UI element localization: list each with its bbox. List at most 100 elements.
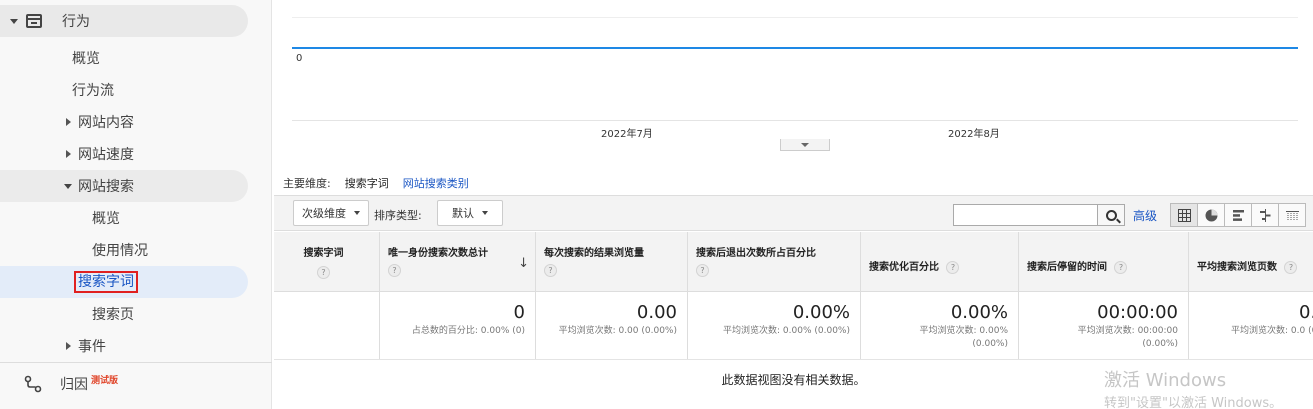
totals-cell: 0.00 平均浏览次数: 0.00 (0.00%) xyxy=(536,292,688,359)
totals-cell: 0.00% 平均浏览次数: 0.00% (0.00%) xyxy=(688,292,861,359)
sidebar-item-usage[interactable]: 使用情况 xyxy=(0,234,148,266)
totals-cell-empty xyxy=(274,292,380,359)
primary-dimension-current: 搜索字词 xyxy=(344,177,389,190)
column-header-label: 搜索后退出次数所占百分比 xyxy=(696,248,816,259)
sidebar-item-label: 概览 xyxy=(92,211,120,227)
sidebar-item-overview[interactable]: 概览 xyxy=(0,42,100,74)
trend-chart: 0 2022年7月 2022年8月 xyxy=(292,0,1298,151)
beta-badge: 测试版 xyxy=(91,375,119,386)
chart-y-tick: 0 xyxy=(296,53,303,64)
chart-x-tick: 2022年7月 xyxy=(601,129,653,140)
help-icon[interactable]: ? xyxy=(317,266,330,279)
advanced-filter-link[interactable]: 高级 xyxy=(1133,207,1157,224)
search-icon xyxy=(1105,209,1117,221)
column-header-label: 唯一身份搜索次数总计 xyxy=(388,248,488,259)
view-table-button[interactable] xyxy=(1170,203,1198,227)
sidebar-item-label: 搜索字词 xyxy=(74,271,138,293)
help-icon[interactable]: ? xyxy=(1114,261,1128,274)
sidebar-item-site-content[interactable]: 网站内容 xyxy=(0,106,134,138)
sidebar-item-label: 行为流 xyxy=(72,83,114,99)
sort-descending-icon: ↓ xyxy=(518,256,529,271)
table-search-input[interactable] xyxy=(953,204,1098,226)
pie-chart-icon xyxy=(1205,209,1217,221)
help-icon[interactable]: ? xyxy=(1284,261,1298,274)
column-header-label: 搜索优化百分比 xyxy=(869,262,939,273)
sort-type-dropdown[interactable]: 默认 xyxy=(437,200,503,226)
totals-sub: 占总数的百分比: 0.00% (0) xyxy=(411,326,525,336)
behavior-icon xyxy=(26,14,42,28)
totals-value: 0.00% xyxy=(950,302,1008,323)
column-header-label: 每次搜索的结果浏览量 xyxy=(544,248,644,259)
sidebar-item-behavior[interactable]: 行为 xyxy=(0,5,248,37)
sidebar-divider xyxy=(0,362,272,363)
sidebar-item-search-pages[interactable]: 搜索页 xyxy=(0,298,134,330)
column-header-label: 搜索后停留的时间 xyxy=(1027,262,1107,273)
caret-right-icon xyxy=(66,150,71,158)
chevron-down-icon xyxy=(354,211,360,215)
column-header-unique-searches[interactable]: 唯一身份搜索次数总计 ? ↓ xyxy=(380,232,536,291)
view-pivot-button[interactable] xyxy=(1278,203,1306,227)
totals-cell: 0.0 平均浏览次数: 0.0 (0.00%) xyxy=(1189,292,1313,359)
sidebar-item-label: 网站搜索 xyxy=(78,179,134,195)
totals-sub: 平均浏览次数: 0.00% (0.00%) xyxy=(723,326,850,336)
view-comparison-button[interactable] xyxy=(1251,203,1279,227)
sidebar-item-label: 网站内容 xyxy=(78,115,134,131)
view-performance-button[interactable] xyxy=(1224,203,1252,227)
column-header-results-pageviews[interactable]: 每次搜索的结果浏览量 ? xyxy=(536,232,688,291)
help-icon[interactable]: ? xyxy=(696,264,709,277)
primary-dimension: 主要维度: 搜索字词 网站搜索类别 xyxy=(283,175,469,191)
primary-dimension-site-search-category[interactable]: 网站搜索类别 xyxy=(403,175,469,191)
totals-cell: 00:00:00 平均浏览次数: 00:00:00 (0.00%) xyxy=(1019,292,1189,359)
caret-down-icon xyxy=(10,18,18,24)
pivot-table-icon xyxy=(1285,210,1299,221)
sidebar-item-label: 使用情况 xyxy=(92,243,148,259)
column-header-label: 平均搜索浏览页数 xyxy=(1197,262,1277,273)
sidebar-item-label: 行为 xyxy=(62,14,90,30)
totals-cell: 0.00% 平均浏览次数: 0.00% (0.00%) xyxy=(861,292,1019,359)
sidebar-item-label: 搜索页 xyxy=(92,307,134,323)
view-pie-button[interactable] xyxy=(1197,203,1225,227)
comparison-icon xyxy=(1259,208,1270,222)
column-header-avg-search-depth[interactable]: 平均搜索浏览页数 ? xyxy=(1189,232,1313,291)
chevron-down-icon xyxy=(482,211,488,215)
secondary-dimension-dropdown[interactable]: 次级维度 xyxy=(293,200,369,226)
chart-collapse-button[interactable] xyxy=(780,139,830,151)
sidebar-item-label: 事件 xyxy=(78,339,106,355)
totals-value: 0.0 xyxy=(1299,302,1313,323)
sidebar-item-site-search[interactable]: 网站搜索 xyxy=(0,170,248,202)
search-terms-table: 搜索字词 ? 唯一身份搜索次数总计 ? ↓ 每次搜索的结果浏览量 ? 搜索后退出… xyxy=(274,232,1313,360)
sidebar-item-label: 网站速度 xyxy=(78,147,134,163)
sidebar-item-search-terms[interactable]: 搜索字词 xyxy=(0,266,248,298)
search-button[interactable] xyxy=(1097,204,1125,226)
table-toolbar: 次级维度 排序类型: 默认 高级 xyxy=(274,195,1313,231)
column-header-search-refinements[interactable]: 搜索优化百分比 ? xyxy=(861,232,1019,291)
sidebar-item-attribution[interactable]: 归因 测试版 xyxy=(0,368,118,400)
column-header-label: 搜索字词 xyxy=(303,248,344,259)
attribution-icon xyxy=(24,375,42,393)
column-header-time-after-search[interactable]: 搜索后停留的时间 ? xyxy=(1019,232,1189,291)
caret-down-icon xyxy=(64,183,72,189)
totals-row: 0 占总数的百分比: 0.00% (0) 0.00 平均浏览次数: 0.00 (… xyxy=(274,292,1313,360)
column-header-search-term[interactable]: 搜索字词 ? xyxy=(274,232,380,291)
totals-value: 0.00 xyxy=(636,302,677,323)
help-icon[interactable]: ? xyxy=(388,264,401,277)
bar-list-icon xyxy=(1232,209,1244,221)
chart-series-line xyxy=(292,47,1298,49)
help-icon[interactable]: ? xyxy=(946,261,960,274)
sidebar-item-site-speed[interactable]: 网站速度 xyxy=(0,138,134,170)
sidebar-item-search-overview[interactable]: 概览 xyxy=(0,202,120,234)
totals-sub: 平均浏览次数: 0.00 (0.00%) xyxy=(558,326,677,336)
table-header: 搜索字词 ? 唯一身份搜索次数总计 ? ↓ 每次搜索的结果浏览量 ? 搜索后退出… xyxy=(274,232,1313,292)
chart-gridline xyxy=(292,17,1298,18)
activation-watermark-subtitle: 转到"设置"以激活 Windows。 xyxy=(1104,396,1283,409)
chart-x-axis xyxy=(292,120,1298,121)
activation-watermark-title: 激活 Windows xyxy=(1104,370,1227,391)
sidebar-item-events[interactable]: 事件 xyxy=(0,330,106,362)
sidebar-item-label: 归因 xyxy=(60,377,88,393)
column-header-search-exits[interactable]: 搜索后退出次数所占百分比 ? xyxy=(688,232,861,291)
sidebar-item-behavior-flow[interactable]: 行为流 xyxy=(0,74,114,106)
chart-x-tick: 2022年8月 xyxy=(948,129,1000,140)
secondary-dimension-label: 次级维度 xyxy=(302,207,346,220)
sort-type-value: 默认 xyxy=(452,207,474,220)
help-icon[interactable]: ? xyxy=(544,264,557,277)
